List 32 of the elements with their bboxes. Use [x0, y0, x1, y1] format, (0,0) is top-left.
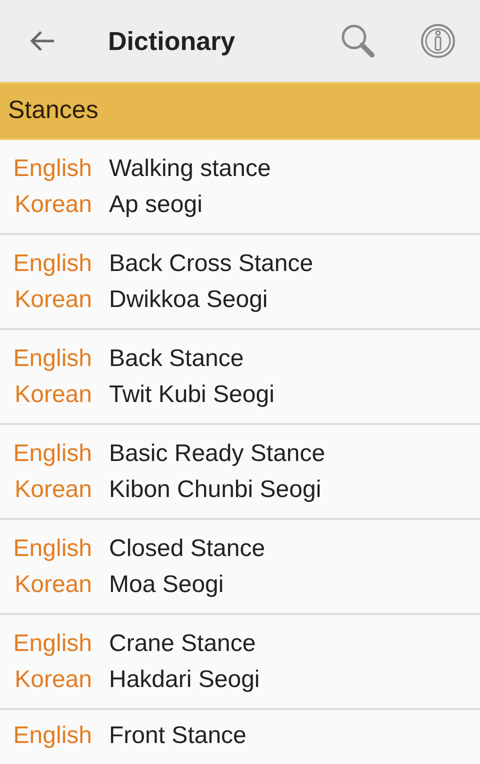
field-label: Korean	[14, 382, 93, 406]
field-label: Korean	[14, 668, 93, 692]
info-button[interactable]	[418, 21, 458, 61]
term-text: Basic Ready Stance	[108, 442, 326, 466]
term-text: Back Stance	[108, 346, 244, 370]
field-label: Korean	[14, 478, 93, 502]
term-text: Kibon Chunbi Seogi	[108, 478, 322, 502]
term-text: Back Cross Stance	[108, 252, 314, 276]
search-icon	[339, 22, 377, 60]
info-icon	[420, 23, 456, 59]
section-title: Stances	[8, 95, 98, 126]
term-text: Twit Kubi Seogi	[108, 382, 274, 406]
field-label: English	[12, 536, 93, 560]
field-label: English	[12, 724, 93, 748]
term-text: Crane Stance	[108, 632, 256, 656]
field-label: English	[12, 442, 93, 466]
field-label: Korean	[14, 192, 93, 216]
term-text: Closed Stance	[108, 536, 266, 560]
term-text: Walking stance	[108, 156, 271, 180]
field-label: English	[12, 346, 93, 370]
app-title: Dictionary	[108, 24, 236, 58]
term-text: Hakdari Seogi	[108, 668, 260, 692]
term-text: Front Stance	[108, 724, 246, 748]
field-label: English	[12, 632, 93, 656]
field-label: Korean	[14, 572, 93, 596]
field-label: Korean	[14, 288, 93, 312]
back-arrow-icon	[28, 29, 56, 53]
field-label: English	[12, 156, 93, 180]
term-text: Dwikkoa Seogi	[108, 288, 268, 312]
term-text: Moa Seogi	[108, 572, 224, 596]
term-text: Ap seogi	[108, 192, 202, 216]
field-label: English	[12, 252, 93, 276]
